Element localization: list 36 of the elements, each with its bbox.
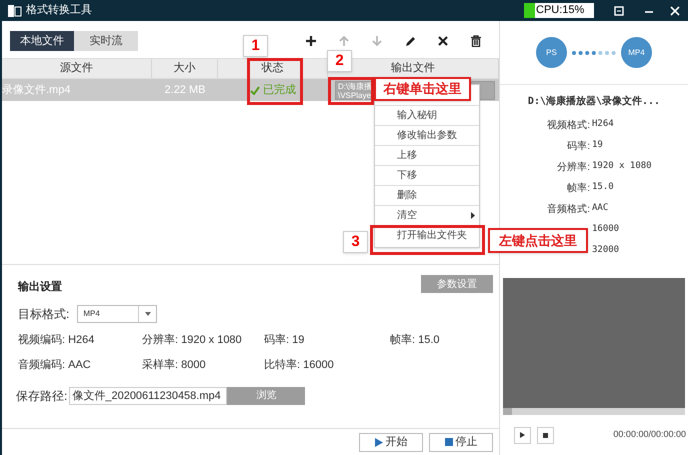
- source-format-badge: PS: [536, 37, 567, 68]
- target-format-badge: MP4: [621, 37, 652, 68]
- step-number: 3: [343, 231, 368, 253]
- step-number: 2: [327, 50, 352, 72]
- info-value: AAC: [591, 202, 608, 216]
- section-title: 输出设置: [18, 280, 62, 295]
- info-label: 音频格式:: [546, 202, 590, 216]
- info-value: H264: [591, 118, 614, 132]
- info-value: 32000: [591, 244, 620, 258]
- spec-text: 码率: 19: [264, 332, 306, 348]
- info-label: 码率:: [566, 140, 590, 154]
- spec-text: 音频编码: AAC: [18, 358, 92, 373]
- spec-text: 比特率: 16000: [264, 358, 335, 373]
- playback-time: 00:00:00/00:00:00: [613, 428, 686, 442]
- field-label: 目标格式:: [18, 306, 70, 322]
- info-value: 1920 x 1080: [591, 160, 652, 174]
- info-label: 视频格式:: [546, 118, 590, 132]
- spec-text: 帧率: 15.0: [390, 332, 440, 348]
- file-path: D:\海康播放器\录像文件...: [528, 94, 660, 109]
- spec-text: 视频编码: H264: [18, 332, 96, 348]
- info-value: 19: [591, 139, 603, 152]
- info-value: 16000: [591, 223, 620, 236]
- field-label: 保存路径:: [16, 388, 68, 404]
- cpu-reading: CPU:15%: [535, 3, 584, 18]
- column-header: 源文件: [2, 59, 152, 78]
- info-label: 分辨率:: [556, 160, 590, 174]
- info-label: 帧率:: [566, 182, 590, 196]
- callout-label: 左键点击这里: [488, 228, 588, 253]
- spec-text: 分辨率: 1920 x 1080: [142, 332, 243, 348]
- callout-label: 右键单击这里: [374, 77, 471, 101]
- window-title: 格式转换工具: [26, 3, 92, 18]
- column-header: 大小: [152, 59, 218, 78]
- step-number: 1: [243, 35, 268, 57]
- spec-text: 采样率: 8000: [142, 358, 207, 373]
- status-text: 已完成: [263, 82, 296, 98]
- info-value: 15.0: [591, 181, 614, 194]
